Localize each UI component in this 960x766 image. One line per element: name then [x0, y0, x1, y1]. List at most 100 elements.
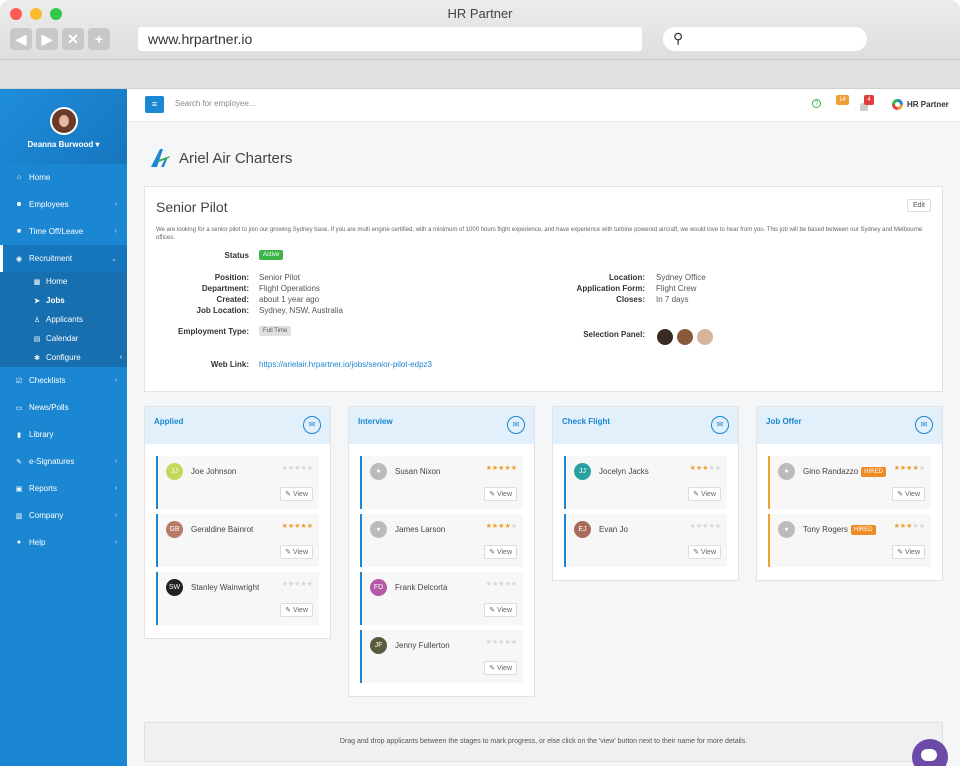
rating-stars[interactable]: ★★★★★	[282, 522, 313, 530]
forward-button[interactable]: ▶	[36, 28, 58, 50]
view-button[interactable]: ✎ View	[892, 487, 925, 501]
sidebar-item-time-off[interactable]: ■ Time Off/Leave ‹	[0, 218, 127, 245]
applicant-card[interactable]: ● James Larson ★★★★★ ✎ View	[360, 514, 523, 567]
notification-badge[interactable]: 14	[836, 95, 849, 105]
applicant-card[interactable]: GB Geraldine Bainrot ★★★★★ ✎ View	[156, 514, 319, 567]
sub-item-calendar[interactable]: ▤ Calendar	[0, 329, 127, 348]
sidebar-item-reports[interactable]: ▣ Reports ‹	[0, 475, 127, 502]
back-button[interactable]: ◀	[10, 28, 32, 50]
menu-toggle-button[interactable]: ≡	[145, 96, 164, 113]
stage-title: Job Offer	[766, 417, 802, 426]
sub-item-home[interactable]: ▦ Home	[0, 272, 127, 291]
address-bar[interactable]: www.hrpartner.io	[138, 27, 642, 51]
web-link[interactable]: https://arielair.hrpartner.io/jobs/senio…	[259, 360, 432, 369]
applicant-card[interactable]: JJ Joe Johnson ★★★★★ ✎ View	[156, 456, 319, 509]
avatar[interactable]	[696, 328, 714, 346]
sidebar-item-company[interactable]: ▥ Company ‹	[0, 502, 127, 529]
avatar[interactable]	[676, 328, 694, 346]
sub-item-jobs[interactable]: ➤ Jobs	[0, 291, 127, 310]
help-icon[interactable]: ?	[812, 99, 821, 108]
sub-item-configure[interactable]: ✱ Configure ‹	[0, 348, 127, 367]
view-button[interactable]: ✎ View	[688, 487, 721, 501]
view-button[interactable]: ✎ View	[688, 545, 721, 559]
star-icon[interactable]: ★	[307, 465, 313, 472]
rating-stars[interactable]: ★★★★★	[690, 464, 721, 472]
web-link-label: Web Link:	[210, 360, 249, 369]
rating-stars[interactable]: ★★★★★	[486, 464, 517, 472]
edit-icon: ✎	[285, 491, 293, 498]
view-button[interactable]: ✎ View	[280, 487, 313, 501]
hired-badge: HIRED	[850, 525, 876, 535]
view-button[interactable]: ✎ View	[280, 545, 313, 559]
edit-icon: ✎	[489, 665, 497, 672]
star-icon[interactable]: ★	[715, 523, 721, 530]
email-stage-icon[interactable]: ✉	[507, 416, 525, 434]
sidebar-item-home[interactable]: ⌂ Home	[0, 164, 127, 191]
rating-stars[interactable]: ★★★★★	[486, 522, 517, 530]
star-icon[interactable]: ★	[919, 523, 925, 530]
browser-toolbar-strip	[0, 60, 960, 89]
stop-button[interactable]: ✕	[62, 28, 84, 50]
view-button[interactable]: ✎ View	[484, 661, 517, 675]
browser-search[interactable]: ⚲	[663, 27, 867, 51]
new-tab-button[interactable]: +	[88, 28, 110, 50]
star-icon[interactable]: ★	[511, 465, 517, 472]
sidebar-item-library[interactable]: ▮ Library	[0, 421, 127, 448]
sub-item-applicants[interactable]: ♙ Applicants	[0, 310, 127, 329]
sidebar-item-recruitment[interactable]: ◉ Recruitment ⌄	[0, 245, 127, 272]
applicant-card[interactable]: SW Stanley Wainwright ★★★★★ ✎ View	[156, 572, 319, 625]
star-icon[interactable]: ★	[511, 523, 517, 530]
edit-icon: ✎	[897, 491, 905, 498]
rating-stars[interactable]: ★★★★★	[894, 522, 925, 530]
user-name-menu[interactable]: Deanna Burwood ▾	[0, 140, 127, 149]
sidebar-item-help[interactable]: ● Help ‹	[0, 529, 127, 556]
view-label: View	[292, 607, 308, 614]
rating-stars[interactable]: ★★★★★	[894, 464, 925, 472]
view-label: View	[700, 549, 716, 556]
avatar[interactable]	[49, 107, 78, 135]
applicant-card[interactable]: EJ Evan Jo ★★★★★ ✎ View	[564, 514, 727, 567]
applicant-name: Frank Delcorta	[395, 583, 447, 592]
employee-search-input[interactable]: Search for employee...	[175, 99, 255, 108]
view-button[interactable]: ✎ View	[484, 603, 517, 617]
edit-button[interactable]: Edit	[906, 199, 931, 212]
star-icon[interactable]: ★	[307, 523, 313, 530]
rating-stars[interactable]: ★★★★★	[486, 580, 517, 588]
sidebar-item-employees[interactable]: ☻ Employees ‹	[0, 191, 127, 218]
star-icon[interactable]: ★	[511, 639, 517, 646]
email-stage-icon[interactable]: ✉	[915, 416, 933, 434]
applicant-card[interactable]: ● Susan Nixon ★★★★★ ✎ View	[360, 456, 523, 509]
applicant-card[interactable]: JF Jenny Fullerton ★★★★★ ✎ View	[360, 630, 523, 683]
star-icon[interactable]: ★	[307, 581, 313, 588]
applicant-card[interactable]: FD Frank Delcorta ★★★★★ ✎ View	[360, 572, 523, 625]
email-stage-icon[interactable]: ✉	[711, 416, 729, 434]
rating-stars[interactable]: ★★★★★	[282, 464, 313, 472]
star-icon[interactable]: ★	[511, 581, 517, 588]
view-button[interactable]: ✎ View	[484, 545, 517, 559]
avatar[interactable]	[656, 328, 674, 346]
email-stage-icon[interactable]: ✉	[303, 416, 321, 434]
sidebar-item-news[interactable]: ▭ News/Polls	[0, 394, 127, 421]
rating-stars[interactable]: ★★★★★	[486, 638, 517, 646]
applicant-card[interactable]: ● Gino Randazzo HIRED ★★★★★ ✎ View	[768, 456, 931, 509]
stage-header: Applied ✉	[145, 407, 330, 444]
star-icon[interactable]: ★	[715, 465, 721, 472]
star-icon[interactable]: ★	[919, 465, 925, 472]
rating-stars[interactable]: ★★★★★	[690, 522, 721, 530]
sidebar-item-esignatures[interactable]: ✎ e-Signatures ‹	[0, 448, 127, 475]
brand-logo[interactable]: HR Partner	[892, 99, 949, 110]
edit-icon: ✎	[489, 607, 497, 614]
applicant-card[interactable]: JJ Jocelyn Jacks ★★★★★ ✎ View	[564, 456, 727, 509]
applicant-card[interactable]: ● Tony Rogers HIRED ★★★★★ ✎ View	[768, 514, 931, 567]
rating-stars[interactable]: ★★★★★	[282, 580, 313, 588]
view-button[interactable]: ✎ View	[280, 603, 313, 617]
chevron-left-icon: ‹	[119, 354, 122, 361]
status-badge: Active	[259, 250, 284, 260]
view-button[interactable]: ✎ View	[484, 487, 517, 501]
sidebar-item-checklists[interactable]: ☑ Checklists ‹	[0, 367, 127, 394]
view-button[interactable]: ✎ View	[892, 545, 925, 559]
chevron-left-icon: ‹	[114, 539, 117, 546]
stage-column: Check Flight ✉ JJ Jocelyn Jacks ★★★★★ ✎ View E…	[552, 406, 739, 581]
alert-badge[interactable]: 4	[864, 95, 874, 105]
stage-body: JJ Joe Johnson ★★★★★ ✎ View GB Geraldine Bain…	[145, 444, 330, 638]
